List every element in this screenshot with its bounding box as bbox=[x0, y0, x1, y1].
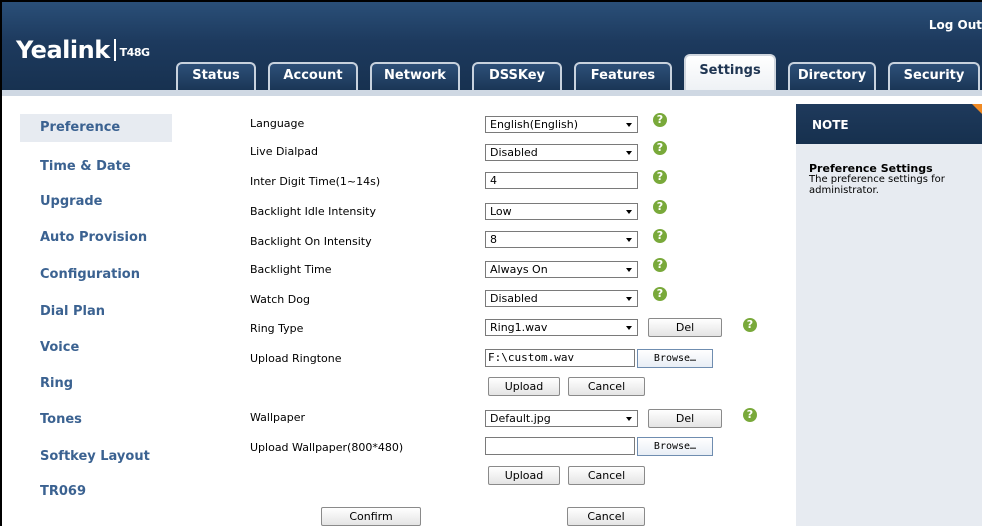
cancel-button[interactable]: Cancel bbox=[567, 507, 645, 526]
wallpaper-browse-button[interactable]: Browse… bbox=[637, 437, 713, 456]
corner-flag-icon bbox=[972, 104, 982, 114]
tab-network[interactable]: Network bbox=[370, 62, 460, 90]
ringtone-browse-button[interactable]: Browse… bbox=[637, 349, 713, 368]
help-icon[interactable]: ? bbox=[743, 318, 757, 332]
ring-type-value: Ring1.wav bbox=[490, 321, 548, 334]
backlight-on-select[interactable]: 8 bbox=[485, 231, 638, 248]
sidebar-item-upgrade[interactable]: Upgrade bbox=[20, 188, 172, 216]
help-icon[interactable]: ? bbox=[653, 229, 667, 243]
backlight-time-label: Backlight Time bbox=[250, 263, 332, 276]
backlight-idle-value: Low bbox=[490, 205, 512, 218]
ringtone-cancel-button[interactable]: Cancel bbox=[568, 377, 645, 396]
sidebar-item-configuration[interactable]: Configuration bbox=[20, 261, 172, 289]
confirm-button[interactable]: Confirm bbox=[321, 507, 421, 526]
live-dialpad-label: Live Dialpad bbox=[250, 145, 318, 158]
language-select[interactable]: English(English) bbox=[485, 116, 638, 133]
tab-directory[interactable]: Directory bbox=[788, 62, 876, 90]
wallpaper-file-field[interactable] bbox=[485, 437, 635, 455]
live-dialpad-select[interactable]: Disabled bbox=[485, 144, 638, 161]
logo-brand: Yealink bbox=[16, 36, 110, 64]
inter-digit-input[interactable]: 4 bbox=[485, 172, 638, 189]
tab-dsskey[interactable]: DSSKey bbox=[472, 62, 562, 90]
sidebar-item-auto-provision[interactable]: Auto Provision bbox=[20, 224, 172, 252]
chevron-down-icon bbox=[626, 297, 632, 301]
chevron-down-icon bbox=[626, 123, 632, 127]
chevron-down-icon bbox=[626, 210, 632, 214]
backlight-on-label: Backlight On Intensity bbox=[250, 235, 372, 248]
help-icon[interactable]: ? bbox=[653, 287, 667, 301]
live-dialpad-value: Disabled bbox=[490, 146, 538, 159]
ringtone-upload-button[interactable]: Upload bbox=[488, 377, 560, 396]
logout-link[interactable]: Log Out bbox=[929, 18, 982, 32]
sidebar-item-tr069[interactable]: TR069 bbox=[20, 478, 172, 506]
chevron-down-icon bbox=[626, 238, 632, 242]
ring-type-label: Ring Type bbox=[250, 322, 304, 335]
help-icon[interactable]: ? bbox=[653, 113, 667, 127]
language-label: Language bbox=[250, 117, 305, 130]
inter-digit-label: Inter Digit Time(1~14s) bbox=[250, 175, 381, 188]
ring-delete-button[interactable]: Del bbox=[648, 318, 722, 337]
sidebar-item-voice[interactable]: Voice bbox=[20, 334, 172, 362]
note-text: The preference settings for administrato… bbox=[809, 174, 945, 196]
logo-model: T48G bbox=[119, 46, 150, 59]
help-icon[interactable]: ? bbox=[653, 200, 667, 214]
sidebar-item-softkey-layout[interactable]: Softkey Layout bbox=[20, 443, 172, 471]
upload-ringtone-label: Upload Ringtone bbox=[250, 352, 342, 365]
tab-account[interactable]: Account bbox=[268, 62, 358, 90]
backlight-idle-select[interactable]: Low bbox=[485, 203, 638, 220]
help-icon[interactable]: ? bbox=[653, 141, 667, 155]
backlight-on-value: 8 bbox=[490, 233, 497, 246]
tab-settings[interactable]: Settings bbox=[684, 54, 776, 90]
backlight-idle-label: Backlight Idle Intensity bbox=[250, 205, 377, 218]
wallpaper-delete-button[interactable]: Del bbox=[648, 409, 722, 428]
ring-type-select[interactable]: Ring1.wav bbox=[485, 319, 638, 336]
wallpaper-select[interactable]: Default.jpg bbox=[485, 410, 638, 427]
sidebar-item-ring[interactable]: Ring bbox=[20, 370, 172, 398]
watch-dog-value: Disabled bbox=[490, 292, 538, 305]
sidebar-item-tones[interactable]: Tones bbox=[20, 406, 172, 434]
watch-dog-label: Watch Dog bbox=[250, 293, 310, 306]
sidebar-item-dial-plan[interactable]: Dial Plan bbox=[20, 298, 172, 326]
tab-status[interactable]: Status bbox=[176, 62, 256, 90]
upload-wallpaper-label: Upload Wallpaper(800*480) bbox=[250, 441, 404, 454]
help-icon[interactable]: ? bbox=[653, 258, 667, 272]
sidebar: Preference Time & Date Upgrade Auto Prov… bbox=[20, 104, 172, 526]
preference-form: Language English(English) ? Live Dialpad… bbox=[200, 96, 790, 526]
logo-separator bbox=[113, 39, 116, 61]
backlight-time-value: Always On bbox=[490, 263, 548, 276]
help-icon[interactable]: ? bbox=[653, 170, 667, 184]
wallpaper-upload-button[interactable]: Upload bbox=[488, 466, 560, 485]
chevron-down-icon bbox=[626, 268, 632, 272]
tab-security[interactable]: Security bbox=[888, 62, 980, 90]
watch-dog-select[interactable]: Disabled bbox=[485, 290, 638, 307]
wallpaper-value: Default.jpg bbox=[490, 412, 551, 425]
note-panel: NOTE Preference Settings The preference … bbox=[796, 104, 982, 526]
sidebar-item-preference[interactable]: Preference bbox=[20, 114, 172, 142]
wallpaper-cancel-button[interactable]: Cancel bbox=[568, 466, 645, 485]
sidebar-item-time-date[interactable]: Time & Date bbox=[20, 153, 172, 181]
wallpaper-label: Wallpaper bbox=[250, 411, 306, 424]
language-value: English(English) bbox=[490, 118, 579, 131]
note-header: NOTE bbox=[796, 104, 982, 144]
tab-features[interactable]: Features bbox=[574, 62, 672, 90]
chevron-down-icon bbox=[626, 151, 632, 155]
ringtone-file-field[interactable]: F:\custom.wav bbox=[485, 349, 635, 367]
help-icon[interactable]: ? bbox=[743, 408, 757, 422]
chevron-down-icon bbox=[626, 326, 632, 330]
yealink-logo: Yealink T48G bbox=[16, 36, 150, 64]
chevron-down-icon bbox=[626, 417, 632, 421]
backlight-time-select[interactable]: Always On bbox=[485, 261, 638, 278]
